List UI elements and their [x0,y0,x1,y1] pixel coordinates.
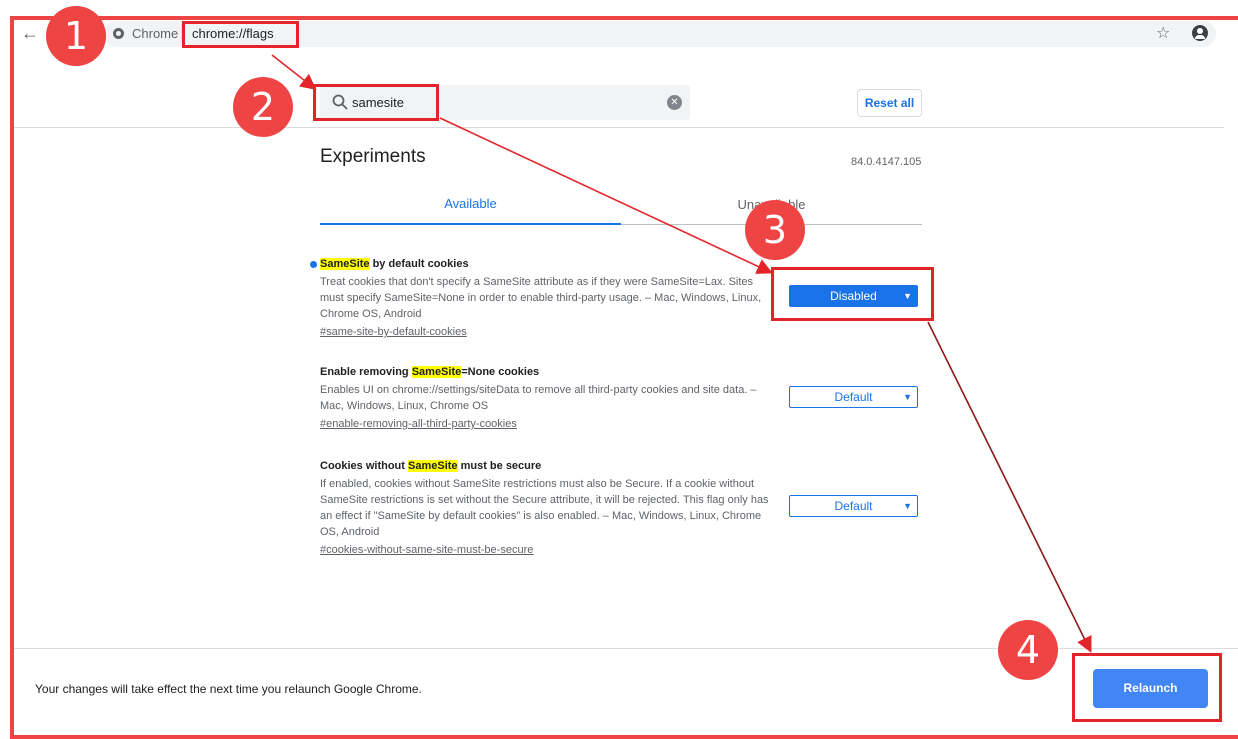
experiment-title-text: =None cookies [461,366,540,378]
page-title: Experiments [320,146,426,167]
experiment-title-text: Cookies without [320,460,408,472]
experiment-title: SameSite by default cookies [320,257,772,271]
experiment-link[interactable]: #enable-removing-all-third-party-cookies [320,416,772,432]
experiment-description: Treat cookies that don't specify a SameS… [320,276,762,320]
star-icon[interactable]: ☆ [1156,23,1170,43]
select-value: Default [834,499,873,513]
tab-active-indicator [320,223,621,225]
relaunch-notice: Your changes will take effect the next t… [35,682,422,696]
version-label: 84.0.4147.105 [851,156,922,168]
annotation-frame-left [10,16,14,739]
experiment-link[interactable]: #same-site-by-default-cookies [320,324,772,340]
clear-icon[interactable]: ✕ [667,95,682,110]
experiment-select-cookies-without-samesite-secure[interactable]: Default ▼ [789,495,918,517]
experiment-title: Cookies without SameSite must be secure [320,459,772,473]
search-highlight: SameSite [408,460,458,472]
experiment-title-text: must be secure [457,460,542,472]
experiment-title-text: Enable removing [320,366,412,378]
experiment-title: Enable removing SameSite=None cookies [320,365,772,379]
chevron-down-icon: ▼ [903,392,912,402]
annotation-box-url [182,21,299,48]
modified-indicator-dot [310,261,317,268]
search-highlight: SameSite [411,366,462,378]
reset-all-button[interactable]: Reset all [857,89,922,117]
annotation-step-4: 4 [998,620,1058,680]
annotation-arrow-2-3 [439,117,773,274]
annotation-box-dropdown [771,267,934,321]
tab-available[interactable]: Available [320,196,621,211]
annotation-step-3: 3 [745,200,805,260]
annotation-box-search [313,84,439,121]
origin-chip-label: Chrome [132,26,179,41]
search-highlight: SameSite [320,258,370,270]
experiment-link[interactable]: #cookies-without-same-site-must-be-secur… [320,542,772,558]
account-circle-icon[interactable] [1192,25,1208,41]
header-divider [14,127,1224,128]
arrow-left-icon[interactable]: ← [20,23,40,43]
chrome-page-icon [113,28,124,39]
experiment-item: SameSite by default cookies Treat cookie… [320,257,772,340]
annotation-box-relaunch [1072,653,1222,722]
chevron-down-icon: ▼ [903,501,912,511]
experiment-description: Enables UI on chrome://settings/siteData… [320,384,757,412]
annotation-step-1: 1 [46,6,106,66]
experiment-item: Enable removing SameSite=None cookies En… [320,365,772,432]
annotation-step-2: 2 [233,77,293,137]
experiment-select-enable-removing-samesite-none[interactable]: Default ▼ [789,386,918,408]
experiment-item: Cookies without SameSite must be secure … [320,459,772,558]
experiment-description: If enabled, cookies without SameSite res… [320,478,769,538]
annotation-arrow-3-4 [927,321,1092,653]
select-value: Default [834,390,873,404]
annotation-frame-bottom [10,735,1238,739]
experiment-title-text: by default cookies [369,258,469,270]
